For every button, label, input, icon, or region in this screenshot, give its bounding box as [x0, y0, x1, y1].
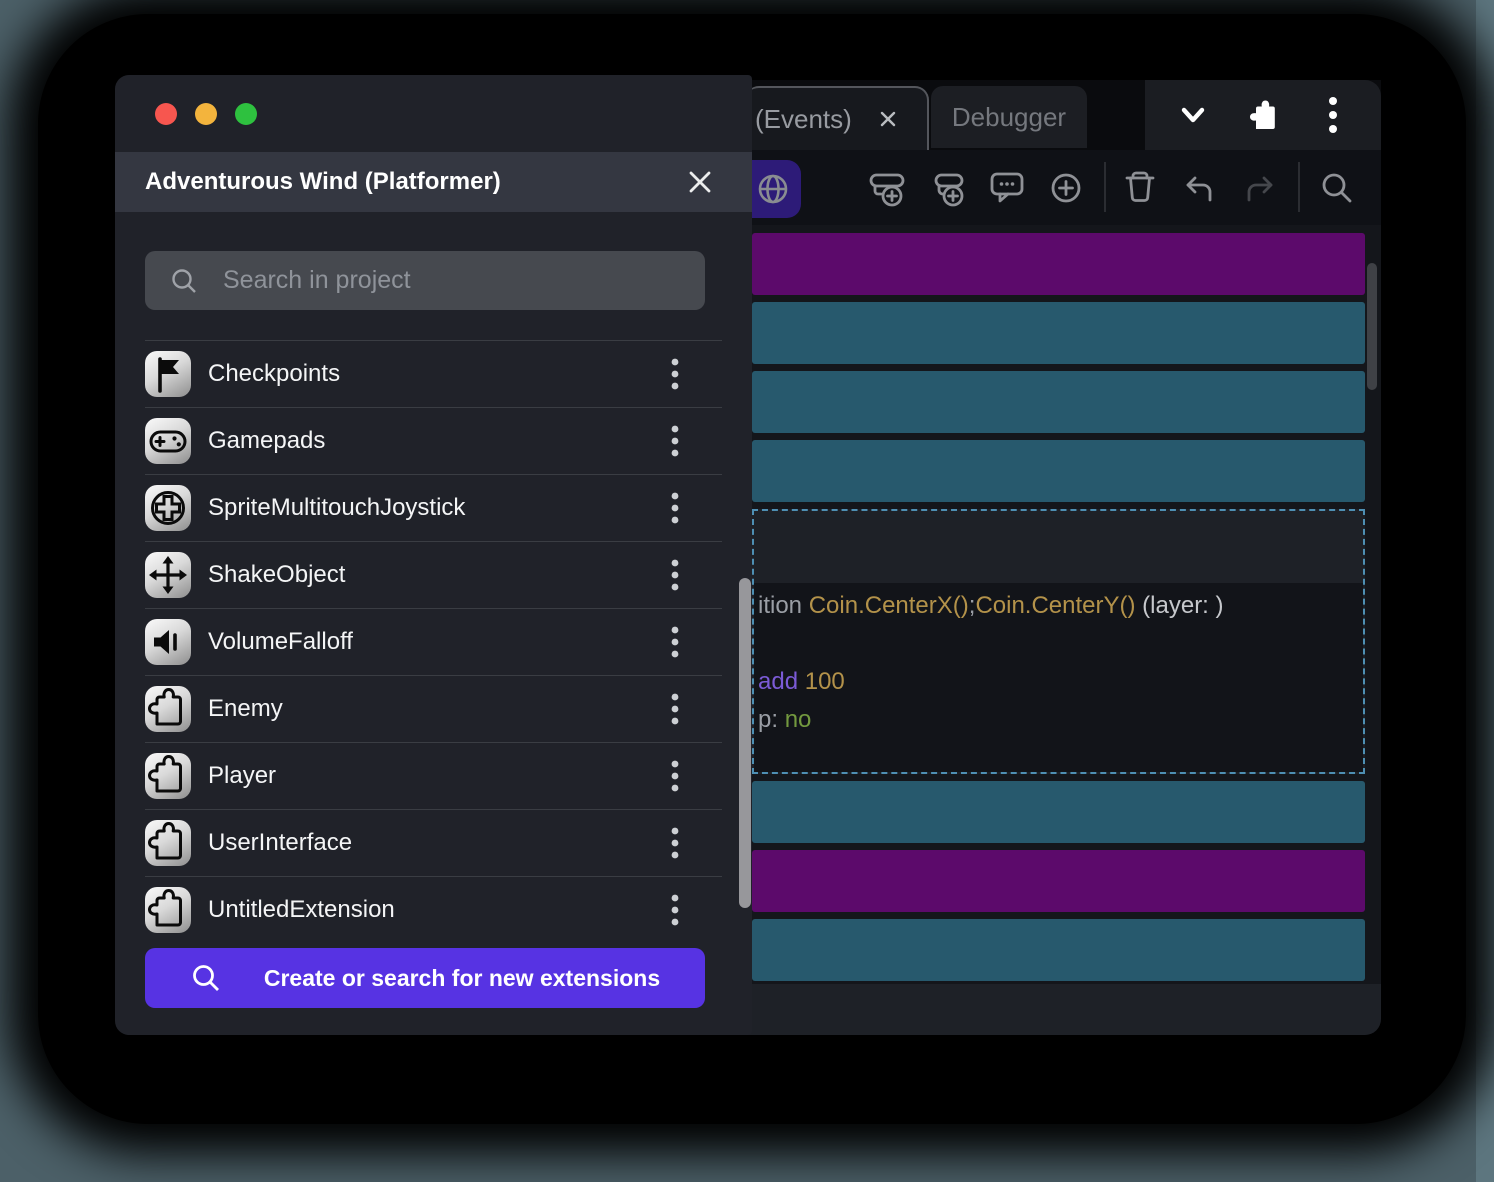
traffic-light-close[interactable] [155, 103, 177, 125]
extension-label: UntitledExtension [208, 896, 660, 924]
event-list: ition Coin.CenterX();Coin.CenterY() (lay… [752, 233, 1365, 981]
traffic-lights [155, 103, 257, 125]
extension-label: Checkpoints [208, 360, 660, 388]
event-row[interactable] [752, 302, 1365, 364]
traffic-light-zoom[interactable] [235, 103, 257, 125]
speaker-icon [145, 619, 191, 665]
kebab-menu-icon[interactable] [660, 424, 690, 458]
puzzle-icon [145, 686, 191, 732]
puzzle-icon [145, 753, 191, 799]
search-button[interactable] [1315, 166, 1359, 210]
kebab-menu-icon[interactable] [660, 357, 690, 391]
extension-label: Player [208, 762, 660, 790]
extension-row[interactable]: Checkpoints [145, 340, 722, 407]
kebab-menu-icon[interactable] [660, 826, 690, 860]
drawer-header: Adventurous Wind (Platformer) [115, 152, 752, 212]
globe-button[interactable] [745, 160, 801, 218]
create-extension-label: Create or search for new extensions [264, 965, 660, 992]
puzzle-icon [145, 887, 191, 933]
extension-label: UserInterface [208, 829, 660, 857]
search-icon [190, 962, 222, 994]
window-controls [1145, 80, 1381, 150]
search-input[interactable]: Search in project [145, 251, 705, 310]
circle-plus-button[interactable] [1044, 166, 1088, 210]
extension-label: ShakeObject [208, 561, 660, 589]
extension-label: SpriteMultitouchJoystick [208, 494, 660, 522]
gamepad-icon [145, 418, 191, 464]
trash-button[interactable] [1118, 166, 1162, 210]
event-code-line: ition Coin.CenterX();Coin.CenterY() (lay… [758, 589, 1363, 623]
event-actions-area: ition Coin.CenterX();Coin.CenterY() (lay… [754, 583, 1363, 772]
kebab-menu-icon[interactable] [660, 625, 690, 659]
project-title: Adventurous Wind (Platformer) [145, 168, 686, 196]
desktop: (Events) Debugger [0, 0, 1494, 1182]
event-code-line: add 100 [758, 665, 1363, 699]
tab-debugger[interactable]: Debugger [931, 86, 1087, 148]
tab-bar: (Events) Debugger [745, 80, 1381, 150]
extension-row[interactable]: SpriteMultitouchJoystick [145, 474, 722, 541]
extension-row[interactable]: VolumeFalloff [145, 608, 722, 675]
toolbar-divider [1104, 162, 1106, 212]
scrollbar-thumb[interactable] [1367, 263, 1377, 390]
undo-button[interactable] [1177, 166, 1221, 210]
extension-label: VolumeFalloff [208, 628, 660, 656]
events-toolbar [745, 150, 1381, 225]
move-icon [145, 552, 191, 598]
add-event-button[interactable] [865, 166, 909, 210]
puzzle-white-icon[interactable] [1241, 93, 1285, 137]
extension-row[interactable]: Gamepads [145, 407, 722, 474]
search-icon [169, 266, 199, 296]
event-code-line: p: no [758, 703, 1363, 737]
puzzle-icon [145, 820, 191, 866]
kebab-white-icon[interactable] [1311, 93, 1355, 137]
search-placeholder: Search in project [223, 266, 411, 295]
add-subevent-button[interactable] [926, 166, 970, 210]
redo-button[interactable] [1238, 166, 1282, 210]
close-drawer-icon[interactable] [686, 168, 714, 196]
event-row[interactable] [752, 440, 1365, 502]
flag-icon [145, 351, 191, 397]
event-row[interactable] [752, 850, 1365, 912]
events-sheet-footer [745, 984, 1381, 1035]
editor-window: (Events) Debugger [745, 80, 1381, 1035]
kebab-menu-icon[interactable] [660, 558, 690, 592]
extension-row[interactable]: Enemy [145, 675, 722, 742]
kebab-menu-icon[interactable] [660, 692, 690, 726]
extension-row[interactable]: Player [145, 742, 722, 809]
tab-debugger-label: Debugger [952, 102, 1066, 133]
event-row-selected[interactable]: ition Coin.CenterX();Coin.CenterY() (lay… [752, 509, 1365, 774]
extension-label: Gamepads [208, 427, 660, 455]
create-extension-button[interactable]: Create or search for new extensions [145, 948, 705, 1008]
event-row[interactable] [752, 233, 1365, 295]
toolbar-divider [1298, 162, 1300, 212]
extension-row[interactable]: UserInterface [145, 809, 722, 876]
traffic-light-minimize[interactable] [195, 103, 217, 125]
scrollbar-thumb[interactable] [739, 578, 751, 908]
extension-label: Enemy [208, 695, 660, 723]
event-row[interactable] [752, 371, 1365, 433]
desktop-edge [1476, 0, 1494, 1182]
event-row[interactable] [752, 919, 1365, 981]
project-drawer: Adventurous Wind (Platformer) Search in … [115, 75, 752, 1035]
tab-events[interactable]: (Events) [745, 86, 929, 150]
kebab-menu-icon[interactable] [660, 893, 690, 927]
kebab-menu-icon[interactable] [660, 491, 690, 525]
event-row[interactable] [752, 781, 1365, 843]
globe-icon [753, 169, 793, 209]
joystick-icon [145, 485, 191, 531]
extension-row[interactable]: ShakeObject [145, 541, 722, 608]
extension-row[interactable]: UntitledExtension [145, 876, 722, 943]
tab-events-label: (Events) [755, 104, 852, 135]
kebab-menu-icon[interactable] [660, 759, 690, 793]
close-tab-icon[interactable] [878, 109, 898, 129]
extension-list: Checkpoints Gamepads SpriteMultitouchJoy… [145, 340, 722, 943]
chevron-down-icon[interactable] [1171, 93, 1215, 137]
comment-button[interactable] [985, 166, 1029, 210]
events-sheet: ition Coin.CenterX();Coin.CenterY() (lay… [745, 225, 1381, 1035]
